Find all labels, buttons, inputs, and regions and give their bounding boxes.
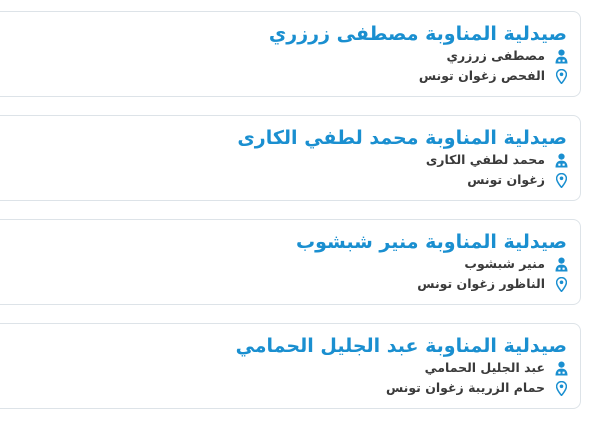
pharmacy-address: الناظور زغوان تونس — [417, 276, 545, 291]
pharmacist-icon — [554, 152, 568, 168]
address-row: حمام الزريبة زغوان تونس — [386, 379, 568, 397]
address-row: زغوان تونس — [467, 171, 568, 189]
pharmacy-card[interactable]: صيدلية المناوبة محمد لطفي الكارى محمد لط… — [0, 115, 581, 201]
pharmacist-icon — [554, 360, 568, 376]
pharmacist-icon — [554, 48, 568, 64]
pharmacist-row: محمد لطفي الكارى — [426, 151, 568, 169]
pharmacy-title[interactable]: صيدلية المناوبة محمد لطفي الكارى — [237, 124, 567, 152]
pharmacy-card[interactable]: صيدلية المناوبة مصطفى زرزري مصطفى زرزري … — [0, 11, 581, 97]
pharmacy-address: حمام الزريبة زغوان تونس — [385, 380, 545, 395]
pharmacist-row: مصطفى زرزري — [447, 47, 568, 65]
address-row: الناظور زغوان تونس — [417, 275, 568, 293]
pharmacy-address: الفحص زغوان تونس — [418, 68, 545, 83]
pharmacist-name: محمد لطفي الكارى — [425, 152, 545, 167]
pharmacist-icon — [554, 256, 568, 272]
pharmacist-name: منير شبشوب — [464, 256, 545, 271]
location-pin-icon — [554, 68, 568, 84]
pharmacy-card[interactable]: صيدلية المناوبة منير شبشوب منير شبشوب ال… — [0, 219, 581, 305]
pharmacy-title[interactable]: صيدلية المناوبة منير شبشوب — [296, 228, 567, 256]
location-pin-icon — [554, 172, 568, 188]
pharmacy-address: زغوان تونس — [467, 172, 545, 187]
pharmacist-row: منير شبشوب — [464, 255, 568, 273]
pharmacy-list: صيدلية المناوبة مصطفى زرزري مصطفى زرزري … — [0, 0, 610, 423]
address-row: الفحص زغوان تونس — [419, 67, 568, 85]
pharmacist-name: مصطفى زرزري — [446, 48, 545, 63]
location-pin-icon — [554, 380, 568, 396]
pharmacy-title[interactable]: صيدلية المناوبة مصطفى زرزري — [269, 20, 567, 48]
pharmacy-title[interactable]: صيدلية المناوبة عبد الجليل الحمامي — [236, 332, 567, 360]
pharmacist-name: عبد الجليل الحمامي — [424, 360, 545, 375]
location-pin-icon — [554, 276, 568, 292]
pharmacist-row: عبد الجليل الحمامي — [425, 359, 568, 377]
pharmacy-card[interactable]: صيدلية المناوبة عبد الجليل الحمامي عبد ا… — [0, 323, 581, 409]
